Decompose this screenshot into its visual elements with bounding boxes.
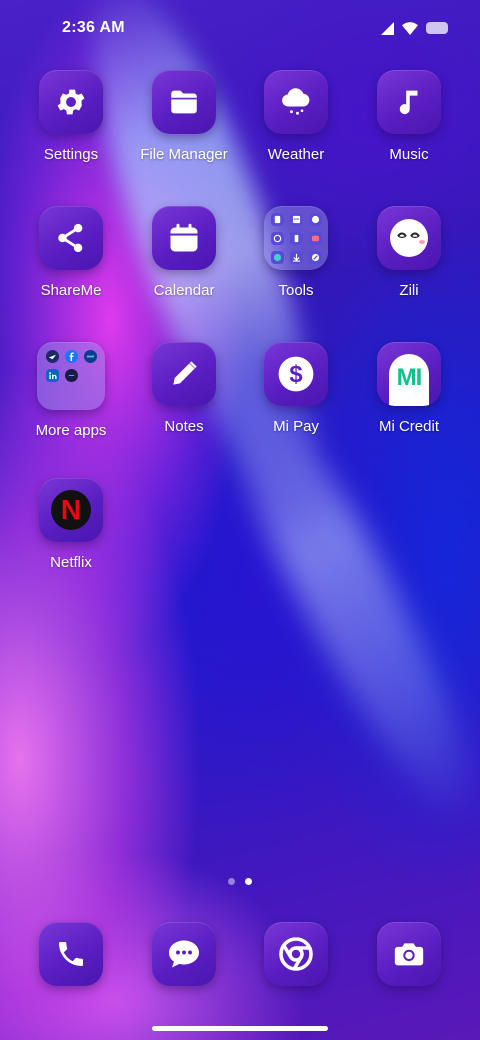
app-notes[interactable]: Notes	[128, 342, 240, 462]
app-file-manager[interactable]: File Manager	[128, 70, 240, 190]
music-note-icon	[377, 70, 441, 134]
chat-bubble-icon	[152, 922, 216, 986]
app-label: Mi Credit	[378, 418, 439, 435]
folder-icon	[152, 70, 216, 134]
battery-icon	[426, 22, 448, 34]
svg-text:$: $	[289, 361, 302, 388]
share-icon	[39, 206, 103, 270]
tools-folder-icon	[264, 206, 328, 270]
status-time: 2:36 AM	[62, 19, 125, 36]
app-label: Settings	[43, 146, 99, 163]
app-settings[interactable]: Settings	[15, 70, 127, 190]
app-music[interactable]: Music	[353, 70, 465, 190]
app-netflix[interactable]: N Netflix	[15, 478, 127, 598]
dock-camera[interactable]	[353, 922, 465, 992]
phone-icon	[39, 922, 103, 986]
zili-face-icon	[377, 206, 441, 270]
home-indicator[interactable]	[152, 1026, 328, 1031]
dock-phone[interactable]	[15, 922, 127, 992]
app-mi-credit[interactable]: MI Mi Credit	[353, 342, 465, 462]
cell-signal-icon	[381, 21, 394, 35]
netflix-logo-circle: N	[51, 490, 91, 530]
more-apps-folder-icon	[37, 342, 105, 410]
app-label: Netflix	[50, 554, 92, 571]
app-label: ShareMe	[40, 282, 102, 299]
mi-credit-logo-badge: MI	[389, 354, 429, 406]
calendar-icon	[152, 206, 216, 270]
app-label: Calendar	[153, 282, 215, 299]
dock-messages[interactable]	[128, 922, 240, 992]
app-mi-pay[interactable]: $ Mi Pay	[240, 342, 352, 462]
chrome-icon	[264, 922, 328, 986]
app-calendar[interactable]: Calendar	[128, 206, 240, 326]
status-bar: 2:36 AM	[0, 0, 480, 56]
gear-icon	[39, 70, 103, 134]
app-label: Weather	[267, 146, 325, 163]
app-label: More apps	[35, 422, 107, 439]
app-weather[interactable]: Weather	[240, 70, 352, 190]
netflix-logo-text: N	[60, 494, 82, 525]
app-label: Notes	[164, 418, 204, 435]
dock-chrome[interactable]	[240, 922, 352, 992]
pencil-icon	[152, 342, 216, 406]
app-more-apps[interactable]: More apps	[15, 342, 127, 462]
page-indicator	[0, 878, 480, 885]
mi-credit-logo-icon: MI	[377, 342, 441, 406]
app-label: Tools	[278, 282, 314, 299]
app-zili[interactable]: Zili	[353, 206, 465, 326]
app-label: Zili	[399, 282, 419, 299]
netflix-logo-icon: N	[39, 478, 103, 542]
app-label: Music	[389, 146, 429, 163]
app-label: File Manager	[140, 146, 228, 163]
camera-icon	[377, 922, 441, 986]
app-tools[interactable]: Tools	[240, 206, 352, 326]
mi-credit-logo-text: MI	[396, 364, 423, 391]
page-dot-active[interactable]	[245, 878, 252, 885]
wifi-icon	[402, 21, 418, 35]
cloud-rain-icon	[264, 70, 328, 134]
dollar-icon: $	[264, 342, 328, 406]
page-dot[interactable]	[228, 878, 235, 885]
app-shareme[interactable]: ShareMe	[15, 206, 127, 326]
status-icons	[381, 19, 448, 37]
app-label: Mi Pay	[273, 418, 319, 435]
